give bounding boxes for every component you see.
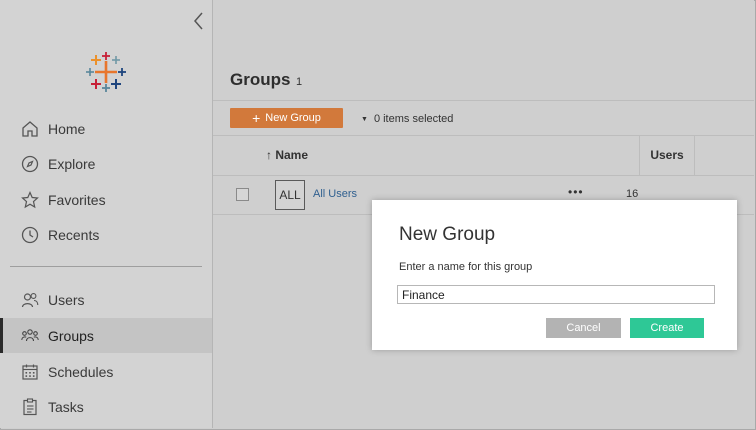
sidebar-item-label: Users bbox=[48, 291, 85, 308]
chevron-left-icon[interactable] bbox=[190, 10, 208, 32]
group-badge: ALL bbox=[275, 180, 305, 210]
sidebar-item-groups[interactable]: Groups bbox=[0, 318, 212, 353]
dialog-title: New Group bbox=[399, 224, 496, 245]
sidebar-item-label: Home bbox=[48, 120, 86, 137]
sidebar-item-label: Explore bbox=[48, 155, 96, 172]
users-count: 16 bbox=[626, 188, 639, 200]
sidebar-item-tasks[interactable]: Tasks bbox=[0, 389, 212, 424]
column-label: Users bbox=[650, 148, 684, 162]
caret-down-icon: ▼ bbox=[361, 115, 368, 123]
column-header-name[interactable]: ↑ Name bbox=[266, 148, 308, 162]
sort-ascending-icon: ↑ bbox=[266, 148, 272, 162]
page-title: Groups bbox=[230, 70, 291, 89]
sidebar-item-label: Recents bbox=[48, 226, 100, 243]
sidebar-item-recents[interactable]: Recents bbox=[0, 217, 212, 252]
dialog-prompt: Enter a name for this group bbox=[399, 261, 533, 273]
sidebar-item-favorites[interactable]: Favorites bbox=[0, 182, 212, 217]
column-label: Name bbox=[275, 148, 309, 162]
plus-icon: + bbox=[252, 110, 261, 126]
new-group-button[interactable]: + New Group bbox=[230, 108, 343, 128]
sidebar-item-home[interactable]: Home bbox=[0, 111, 212, 146]
selection-dropdown[interactable]: ▼ 0 items selected bbox=[361, 113, 453, 125]
group-name-link[interactable]: All Users bbox=[313, 188, 357, 200]
groups-icon bbox=[20, 326, 40, 346]
sidebar-item-label: Groups bbox=[48, 327, 94, 344]
sidebar-item-explore[interactable]: Explore bbox=[0, 146, 212, 181]
more-actions-icon[interactable]: ••• bbox=[568, 185, 584, 199]
group-count: 1 bbox=[296, 76, 303, 88]
sidebar-item-label: Favorites bbox=[48, 191, 106, 208]
create-button[interactable]: Create bbox=[630, 318, 704, 338]
clipboard-icon bbox=[20, 397, 40, 417]
column-header-users[interactable]: Users bbox=[639, 135, 695, 175]
compass-icon bbox=[20, 154, 40, 174]
row-checkbox[interactable] bbox=[236, 188, 249, 201]
sidebar-item-users[interactable]: Users bbox=[0, 282, 212, 317]
users-icon bbox=[20, 290, 40, 310]
clock-icon bbox=[20, 225, 40, 245]
new-group-dialog: New Group Enter a name for this group Ca… bbox=[372, 200, 737, 350]
calendar-icon bbox=[20, 362, 40, 382]
sidebar: Home Explore Favorites Recents Users Gro… bbox=[0, 0, 213, 428]
selection-label: 0 items selected bbox=[373, 113, 454, 125]
table-header: ↑ Name Users bbox=[213, 135, 754, 176]
new-group-label: New Group bbox=[265, 112, 321, 124]
toolbar: + New Group ▼ 0 items selected bbox=[213, 100, 754, 136]
sidebar-item-label: Tasks bbox=[48, 398, 84, 415]
group-name-input[interactable] bbox=[397, 285, 715, 304]
sidebar-item-schedules[interactable]: Schedules bbox=[0, 354, 212, 389]
tableau-logo-icon bbox=[84, 50, 128, 94]
sidebar-divider bbox=[10, 266, 202, 267]
cancel-button[interactable]: Cancel bbox=[546, 318, 621, 338]
home-icon bbox=[20, 119, 40, 139]
star-icon bbox=[20, 190, 40, 210]
sidebar-item-label: Schedules bbox=[48, 363, 114, 380]
